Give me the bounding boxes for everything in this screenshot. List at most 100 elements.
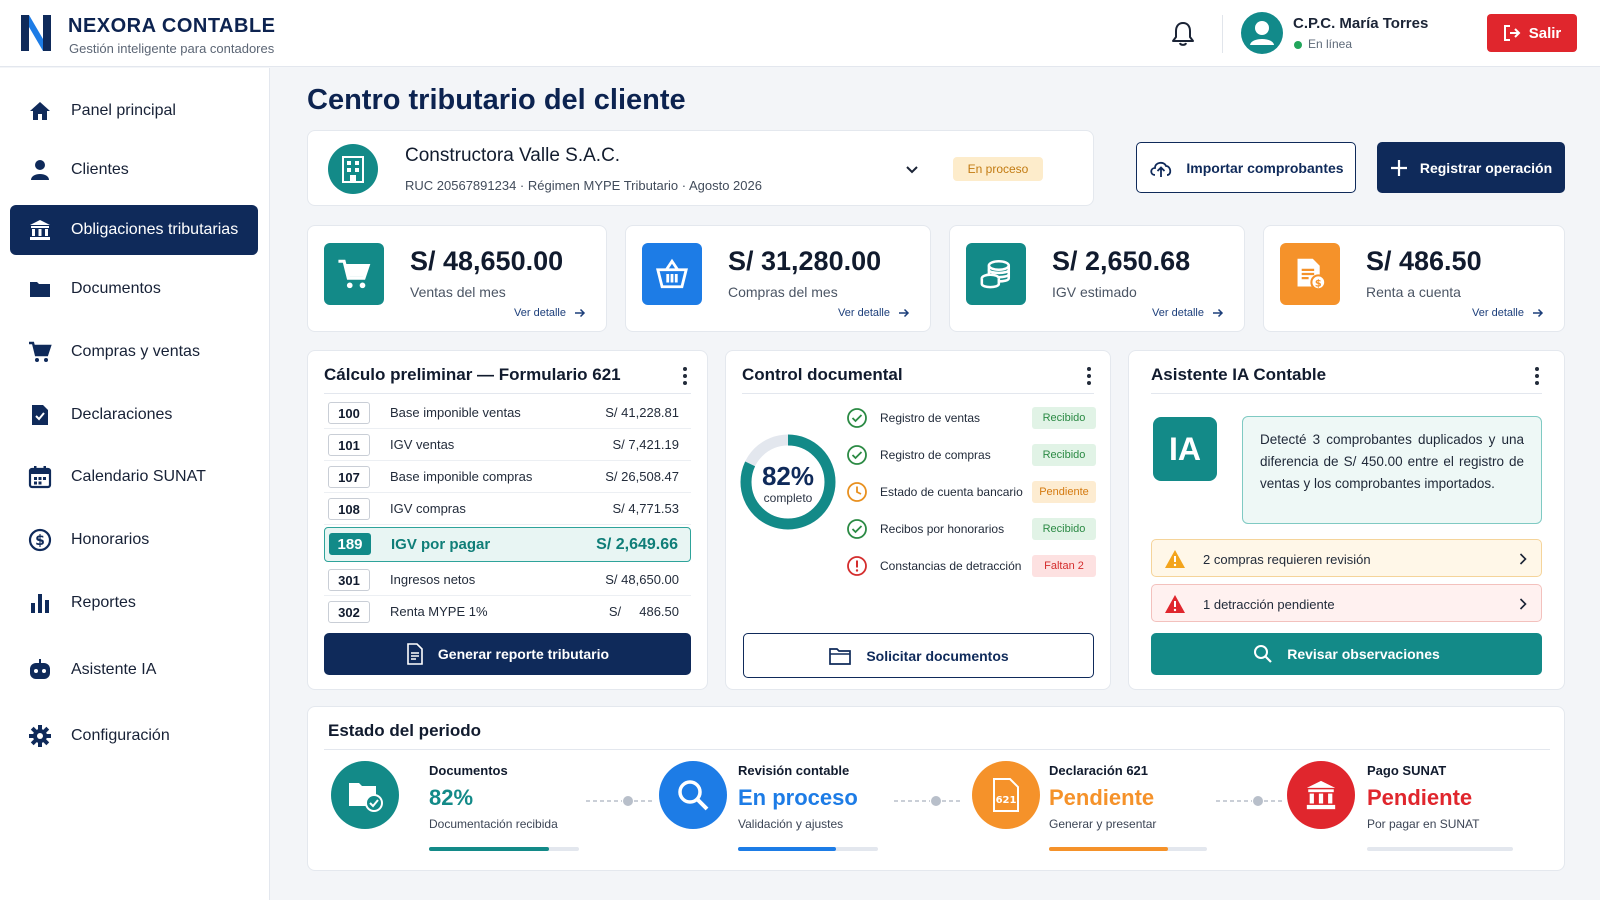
- sidebar-item-documentos[interactable]: Documentos: [10, 264, 258, 314]
- kpi-card-compras: S/ 31,280.00 Compras del mes Ver detalle: [625, 225, 931, 332]
- step-title: Pago SUNAT: [1367, 763, 1447, 778]
- check-circle-icon: [847, 519, 867, 539]
- step-value: Pendiente: [1049, 785, 1155, 810]
- document-icon: [407, 643, 423, 665]
- form-621-icon-text: 621: [996, 795, 1017, 806]
- list-item: Constancias de detracción Faltan 2: [846, 554, 1096, 578]
- logout-button[interactable]: Salir: [1487, 14, 1577, 52]
- kpi-detail-link[interactable]: Ver detalle: [514, 307, 586, 319]
- form-amount: S/ 7,421.19: [612, 437, 680, 452]
- step-subtitle: Validación y ajustes: [738, 817, 844, 831]
- sidebar-item-label: Honorarios: [71, 531, 150, 548]
- title-divider: [324, 749, 1550, 750]
- kebab-menu-icon[interactable]: [1086, 367, 1092, 385]
- document-label: Registro de compras: [880, 448, 991, 462]
- step-progress-fill: [738, 847, 836, 851]
- sidebar-item-reportes[interactable]: Reportes: [10, 578, 258, 628]
- completion-percent: 82%: [761, 461, 815, 491]
- search-icon: [1254, 645, 1273, 663]
- status-badge: Faltan 2: [1032, 555, 1096, 577]
- kpi-icon-box: $: [1280, 243, 1340, 305]
- sidebar-item-configuracion[interactable]: Configuración: [10, 711, 258, 761]
- sidebar-item-asistente-ia[interactable]: Asistente IA: [10, 645, 258, 695]
- client-selector[interactable]: Constructora Valle S.A.C. RUC 2056789123…: [307, 130, 1094, 206]
- sidebar-item-compras-ventas[interactable]: Compras y ventas: [10, 327, 258, 377]
- user-status: En línea: [1308, 37, 1353, 51]
- building-icon: [342, 156, 364, 183]
- avatar[interactable]: [1241, 12, 1283, 54]
- sidebar-item-label: Reportes: [71, 594, 136, 611]
- review-observations-label: Revisar observaciones: [1287, 646, 1440, 662]
- sidebar-item-clientes[interactable]: Clientes: [10, 145, 258, 195]
- import-receipts-button[interactable]: Importar comprobantes: [1136, 142, 1356, 193]
- kpi-link-label: Ver detalle: [838, 307, 890, 319]
- form-label: IGV por pagar: [391, 536, 491, 553]
- document-label: Constancias de detracción: [880, 559, 1022, 573]
- user-name: C.P.C. María Torres: [1293, 15, 1429, 32]
- document-label: Estado de cuenta bancario: [880, 485, 1023, 499]
- kebab-menu-icon[interactable]: [682, 367, 688, 385]
- sidebar-item-panel-principal[interactable]: Panel principal: [10, 86, 258, 136]
- calendar-icon: [28, 466, 52, 489]
- sidebar-item-honorarios[interactable]: $ Honorarios: [10, 515, 258, 565]
- kpi-detail-link[interactable]: Ver detalle: [838, 307, 910, 319]
- user-avatar-icon: [1250, 21, 1274, 45]
- sidebar-item-label: Documentos: [71, 280, 161, 297]
- bank-icon: [1306, 780, 1336, 810]
- status-badge: En proceso: [953, 157, 1043, 181]
- form-label: Ingresos netos: [390, 572, 476, 587]
- sidebar-item-label: Obligaciones tributarias: [71, 221, 239, 238]
- brand-tagline: Gestión inteligente para contadores: [69, 41, 275, 56]
- arrow-right-icon: [1533, 308, 1544, 318]
- brand-name: NEXORA CONTABLE: [68, 15, 276, 37]
- check-circle-icon: [847, 445, 867, 465]
- sidebar-item-label: Declaraciones: [71, 406, 173, 423]
- kebab-menu-icon[interactable]: [1534, 367, 1540, 385]
- page-title: Centro tributario del cliente: [307, 84, 686, 116]
- chevron-down-icon[interactable]: [905, 165, 919, 175]
- step-progress-fill: [429, 847, 549, 851]
- generate-report-label: Generar reporte tributario: [437, 646, 610, 662]
- generate-report-button[interactable]: Generar reporte tributario: [324, 633, 691, 675]
- sidebar-item-declaraciones[interactable]: Declaraciones: [10, 390, 258, 440]
- step-subtitle: Documentación recibida: [429, 817, 558, 831]
- kpi-label: Compras del mes: [728, 284, 838, 300]
- alert-item-compras[interactable]: 2 compras requieren revisión: [1151, 539, 1542, 577]
- request-documents-button[interactable]: Solicitar documentos: [743, 633, 1094, 678]
- table-row: 108 IGV compras S/ 4,771.53: [324, 493, 691, 525]
- sidebar-item-obligaciones-tributarias[interactable]: Obligaciones tributarias: [10, 205, 258, 255]
- arrow-right-icon: [899, 308, 910, 318]
- register-operation-button[interactable]: Registrar operación: [1377, 142, 1565, 193]
- form-621-icon: 621: [993, 778, 1019, 812]
- ai-message: Detecté 3 comprobantes duplicados y una …: [1242, 416, 1542, 524]
- alert-item-detraccion[interactable]: 1 detracción pendiente: [1151, 584, 1542, 622]
- sidebar-item-calendario-sunat[interactable]: Calendario SUNAT: [10, 452, 258, 502]
- form-621-title: Cálculo preliminar — Formulario 621: [324, 365, 621, 384]
- cloud-upload-icon: [1150, 161, 1172, 177]
- gear-icon: [29, 725, 51, 747]
- home-icon: [30, 102, 50, 120]
- list-item: Registro de compras Recibido: [846, 443, 1096, 467]
- kpi-icon-box: [324, 243, 384, 305]
- bell-icon[interactable]: [1170, 20, 1196, 48]
- document-control-title: Control documental: [742, 365, 903, 384]
- period-status-card: Estado del periodo Documentos 82% Docume…: [307, 706, 1565, 871]
- bank-icon: [30, 220, 50, 240]
- step-icon-revision: [659, 761, 727, 829]
- kpi-detail-link[interactable]: Ver detalle: [1152, 307, 1224, 319]
- kpi-detail-link[interactable]: Ver detalle: [1472, 307, 1544, 319]
- title-divider: [742, 393, 1094, 394]
- cart-icon: [29, 341, 52, 362]
- kpi-value: S/ 486.50: [1366, 246, 1482, 276]
- title-divider: [324, 393, 691, 394]
- logout-icon: [1503, 25, 1521, 41]
- step-subtitle: Generar y presentar: [1049, 817, 1157, 831]
- kpi-value: S/ 2,650.68: [1052, 246, 1191, 276]
- kpi-card-ventas: S/ 48,650.00 Ventas del mes Ver detalle: [307, 225, 607, 332]
- kpi-icon-box: [642, 243, 702, 305]
- form-label: IGV ventas: [390, 437, 455, 452]
- table-row-highlighted: 189 IGV por pagar S/ 2,649.66: [324, 527, 691, 562]
- review-observations-button[interactable]: Revisar observaciones: [1151, 633, 1542, 675]
- arrow-right-icon: [1213, 308, 1224, 318]
- step-icon-pago: [1287, 761, 1355, 829]
